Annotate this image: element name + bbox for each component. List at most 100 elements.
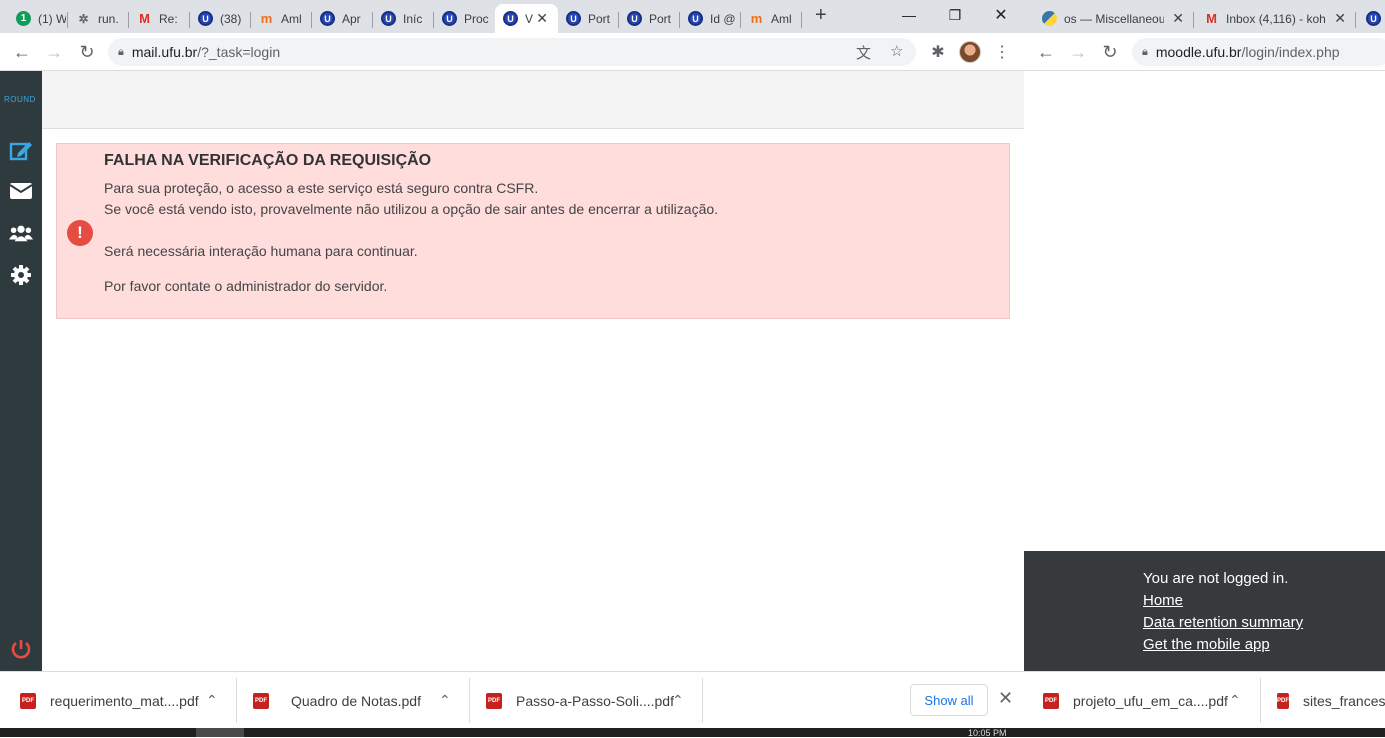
pdf-icon: PDF bbox=[253, 692, 269, 709]
power-icon[interactable] bbox=[9, 637, 33, 661]
chevron-up-icon[interactable]: ⌃ bbox=[672, 692, 684, 709]
browser-toolbar: ← → ↻ 🔒︎ mail.ufu.br /?_task=login 文 ☆ ✱… bbox=[0, 33, 1024, 71]
lock-icon: 🔒︎ bbox=[1142, 45, 1148, 58]
home-link[interactable]: Home bbox=[1143, 592, 1183, 609]
minimize-button[interactable]: — bbox=[886, 0, 932, 30]
taskbar-app[interactable] bbox=[196, 728, 244, 737]
moodle-icon: m bbox=[260, 11, 273, 26]
alert-title: FALHA NA VERIFICAÇÃO DA REQUISIÇÃO bbox=[104, 152, 432, 169]
clock: 10:05 PM bbox=[968, 728, 1007, 738]
address-bar[interactable]: 🔒︎ moodle.ufu.br /login/index.php bbox=[1132, 38, 1385, 66]
tab-active-mail[interactable]: U V ✕ bbox=[495, 4, 558, 33]
close-tab-icon[interactable]: ✕ bbox=[1334, 10, 1346, 27]
mobile-app-link[interactable]: Get the mobile app bbox=[1143, 636, 1270, 653]
tab-moodle-aml[interactable]: m Aml bbox=[251, 4, 312, 33]
ufu-icon: U bbox=[566, 11, 581, 26]
pdf-icon: PDF bbox=[1043, 692, 1059, 709]
tab-strip-right: os — Miscellaneous ✕ M Inbox (4,116) - k… bbox=[1024, 0, 1385, 33]
back-button[interactable]: ← bbox=[10, 40, 34, 64]
close-window-button[interactable]: ✕ bbox=[978, 0, 1024, 30]
page-header bbox=[42, 71, 1024, 129]
tab-strip: 1 (1) W ✲ run. M Re: U (38) m Aml U Apr … bbox=[0, 0, 1024, 33]
tab-ufu-inicio[interactable]: U Iníc bbox=[373, 4, 434, 33]
tab-ufu-port-1[interactable]: U Port bbox=[558, 4, 619, 33]
pdf-icon: PDF bbox=[20, 692, 36, 709]
translate-icon[interactable]: 文 bbox=[856, 42, 871, 63]
browser-window-left: 1 (1) W ✲ run. M Re: U (38) m Aml U Apr … bbox=[0, 0, 1024, 671]
restore-button[interactable]: ❐ bbox=[932, 0, 978, 30]
chevron-up-icon[interactable]: ⌃ bbox=[206, 692, 218, 709]
alert-line-1: Para sua proteção, o acesso a este servi… bbox=[104, 180, 539, 196]
browser-window-right: os — Miscellaneous ✕ M Inbox (4,116) - k… bbox=[1024, 0, 1385, 671]
error-alert: ! FALHA NA VERIFICAÇÃO DA REQUISIÇÃO Par… bbox=[56, 143, 1010, 319]
runrun-icon: ✲ bbox=[78, 11, 89, 26]
compose-icon[interactable] bbox=[9, 138, 33, 162]
close-tab-icon[interactable]: ✕ bbox=[536, 10, 548, 27]
tab-ufu-id[interactable]: U Id @ bbox=[680, 4, 741, 33]
tab-ufu-right[interactable]: U bbox=[1358, 4, 1385, 33]
ufu-icon: U bbox=[442, 11, 457, 26]
exclamation-icon: ! bbox=[67, 220, 93, 246]
login-status: You are not logged in. bbox=[1143, 570, 1289, 587]
download-item[interactable]: PDF Passo-a-Passo-Soli....pdf ⌃ bbox=[486, 672, 701, 729]
tab-gmail-inbox[interactable]: M Inbox (4,116) - koh ✕ bbox=[1196, 4, 1356, 33]
reload-button[interactable]: ↻ bbox=[1098, 40, 1122, 64]
tab-whatsapp[interactable]: 1 (1) W bbox=[8, 4, 68, 33]
close-tab-icon[interactable]: ✕ bbox=[1172, 10, 1184, 27]
download-item[interactable]: PDF requerimento_mat....pdf ⌃ bbox=[20, 672, 235, 729]
tab-gmail[interactable]: M Re: bbox=[129, 4, 190, 33]
ufu-icon: U bbox=[381, 11, 396, 26]
app-sidebar: ROUND bbox=[0, 71, 42, 671]
gmail-icon: M bbox=[139, 11, 150, 26]
back-button[interactable]: ← bbox=[1034, 40, 1058, 64]
mail-icon[interactable] bbox=[9, 179, 33, 203]
bookmark-star-icon[interactable]: ☆ bbox=[890, 42, 903, 60]
gmail-icon: M bbox=[1206, 11, 1217, 26]
chevron-up-icon[interactable]: ⌃ bbox=[1229, 692, 1241, 709]
pdf-icon: PDF bbox=[1277, 692, 1289, 709]
download-item[interactable]: PDF projeto_ufu_em_ca....pdf ⌃ bbox=[1043, 672, 1253, 729]
reload-button[interactable]: ↻ bbox=[75, 40, 99, 64]
lock-icon: 🔒︎ bbox=[118, 45, 124, 58]
browser-toolbar-right: ← → ↻ 🔒︎ moodle.ufu.br /login/index.php bbox=[1024, 33, 1385, 71]
moodle-icon: m bbox=[750, 11, 763, 26]
download-item[interactable]: PDF Quadro de Notas.pdf ⌃ bbox=[253, 672, 468, 729]
extensions-icon[interactable]: ✱ bbox=[926, 40, 950, 64]
tab-moodle-aml-2[interactable]: m Aml bbox=[741, 4, 802, 33]
ufu-icon: U bbox=[198, 11, 213, 26]
download-item[interactable]: PDF sites_frances_ bbox=[1277, 672, 1385, 729]
whatsapp-icon: 1 bbox=[16, 11, 31, 26]
alert-line-4: Por favor contate o administrador do ser… bbox=[104, 278, 388, 294]
tab-ufu-proc[interactable]: U Proc bbox=[434, 4, 495, 33]
ufu-icon: U bbox=[627, 11, 642, 26]
tab-ufu-port-2[interactable]: U Port bbox=[619, 4, 680, 33]
tab-ufu-apr[interactable]: U Apr bbox=[312, 4, 373, 33]
moodle-footer: You are not logged in. Home Data retenti… bbox=[1024, 551, 1385, 671]
ufu-icon: U bbox=[1366, 11, 1381, 26]
tab-ufu-38[interactable]: U (38) bbox=[190, 4, 251, 33]
new-tab-button[interactable]: + bbox=[815, 4, 827, 27]
pdf-icon: PDF bbox=[486, 692, 502, 709]
show-all-button[interactable]: Show all bbox=[910, 684, 988, 716]
settings-icon[interactable] bbox=[9, 263, 33, 287]
address-bar[interactable]: 🔒︎ mail.ufu.br /?_task=login 文 ☆ bbox=[108, 38, 916, 66]
download-shelf: PDF requerimento_mat....pdf ⌃ PDF Quadro… bbox=[0, 671, 1385, 728]
menu-kebab-icon[interactable]: ⋮ bbox=[990, 40, 1014, 64]
logo: ROUND bbox=[4, 95, 36, 104]
forward-button[interactable]: → bbox=[42, 40, 66, 64]
ufu-icon: U bbox=[320, 11, 335, 26]
ufu-icon: U bbox=[503, 11, 518, 26]
data-retention-link[interactable]: Data retention summary bbox=[1143, 614, 1303, 631]
forward-button[interactable]: → bbox=[1066, 40, 1090, 64]
tab-python-docs[interactable]: os — Miscellaneous ✕ bbox=[1034, 4, 1194, 33]
alert-line-2: Se você está vendo isto, provavelmente n… bbox=[104, 201, 719, 217]
python-icon bbox=[1042, 11, 1057, 26]
chevron-up-icon[interactable]: ⌃ bbox=[439, 692, 451, 709]
profile-avatar[interactable] bbox=[959, 41, 981, 63]
alert-line-3: Será necessária interação humana para co… bbox=[104, 243, 418, 259]
contacts-icon[interactable] bbox=[9, 221, 33, 245]
os-taskbar: 10:05 PM bbox=[0, 728, 1385, 738]
close-shelf-icon[interactable]: ✕ bbox=[998, 688, 1013, 709]
tab-runrun[interactable]: ✲ run. bbox=[68, 4, 129, 33]
ufu-icon: U bbox=[688, 11, 703, 26]
